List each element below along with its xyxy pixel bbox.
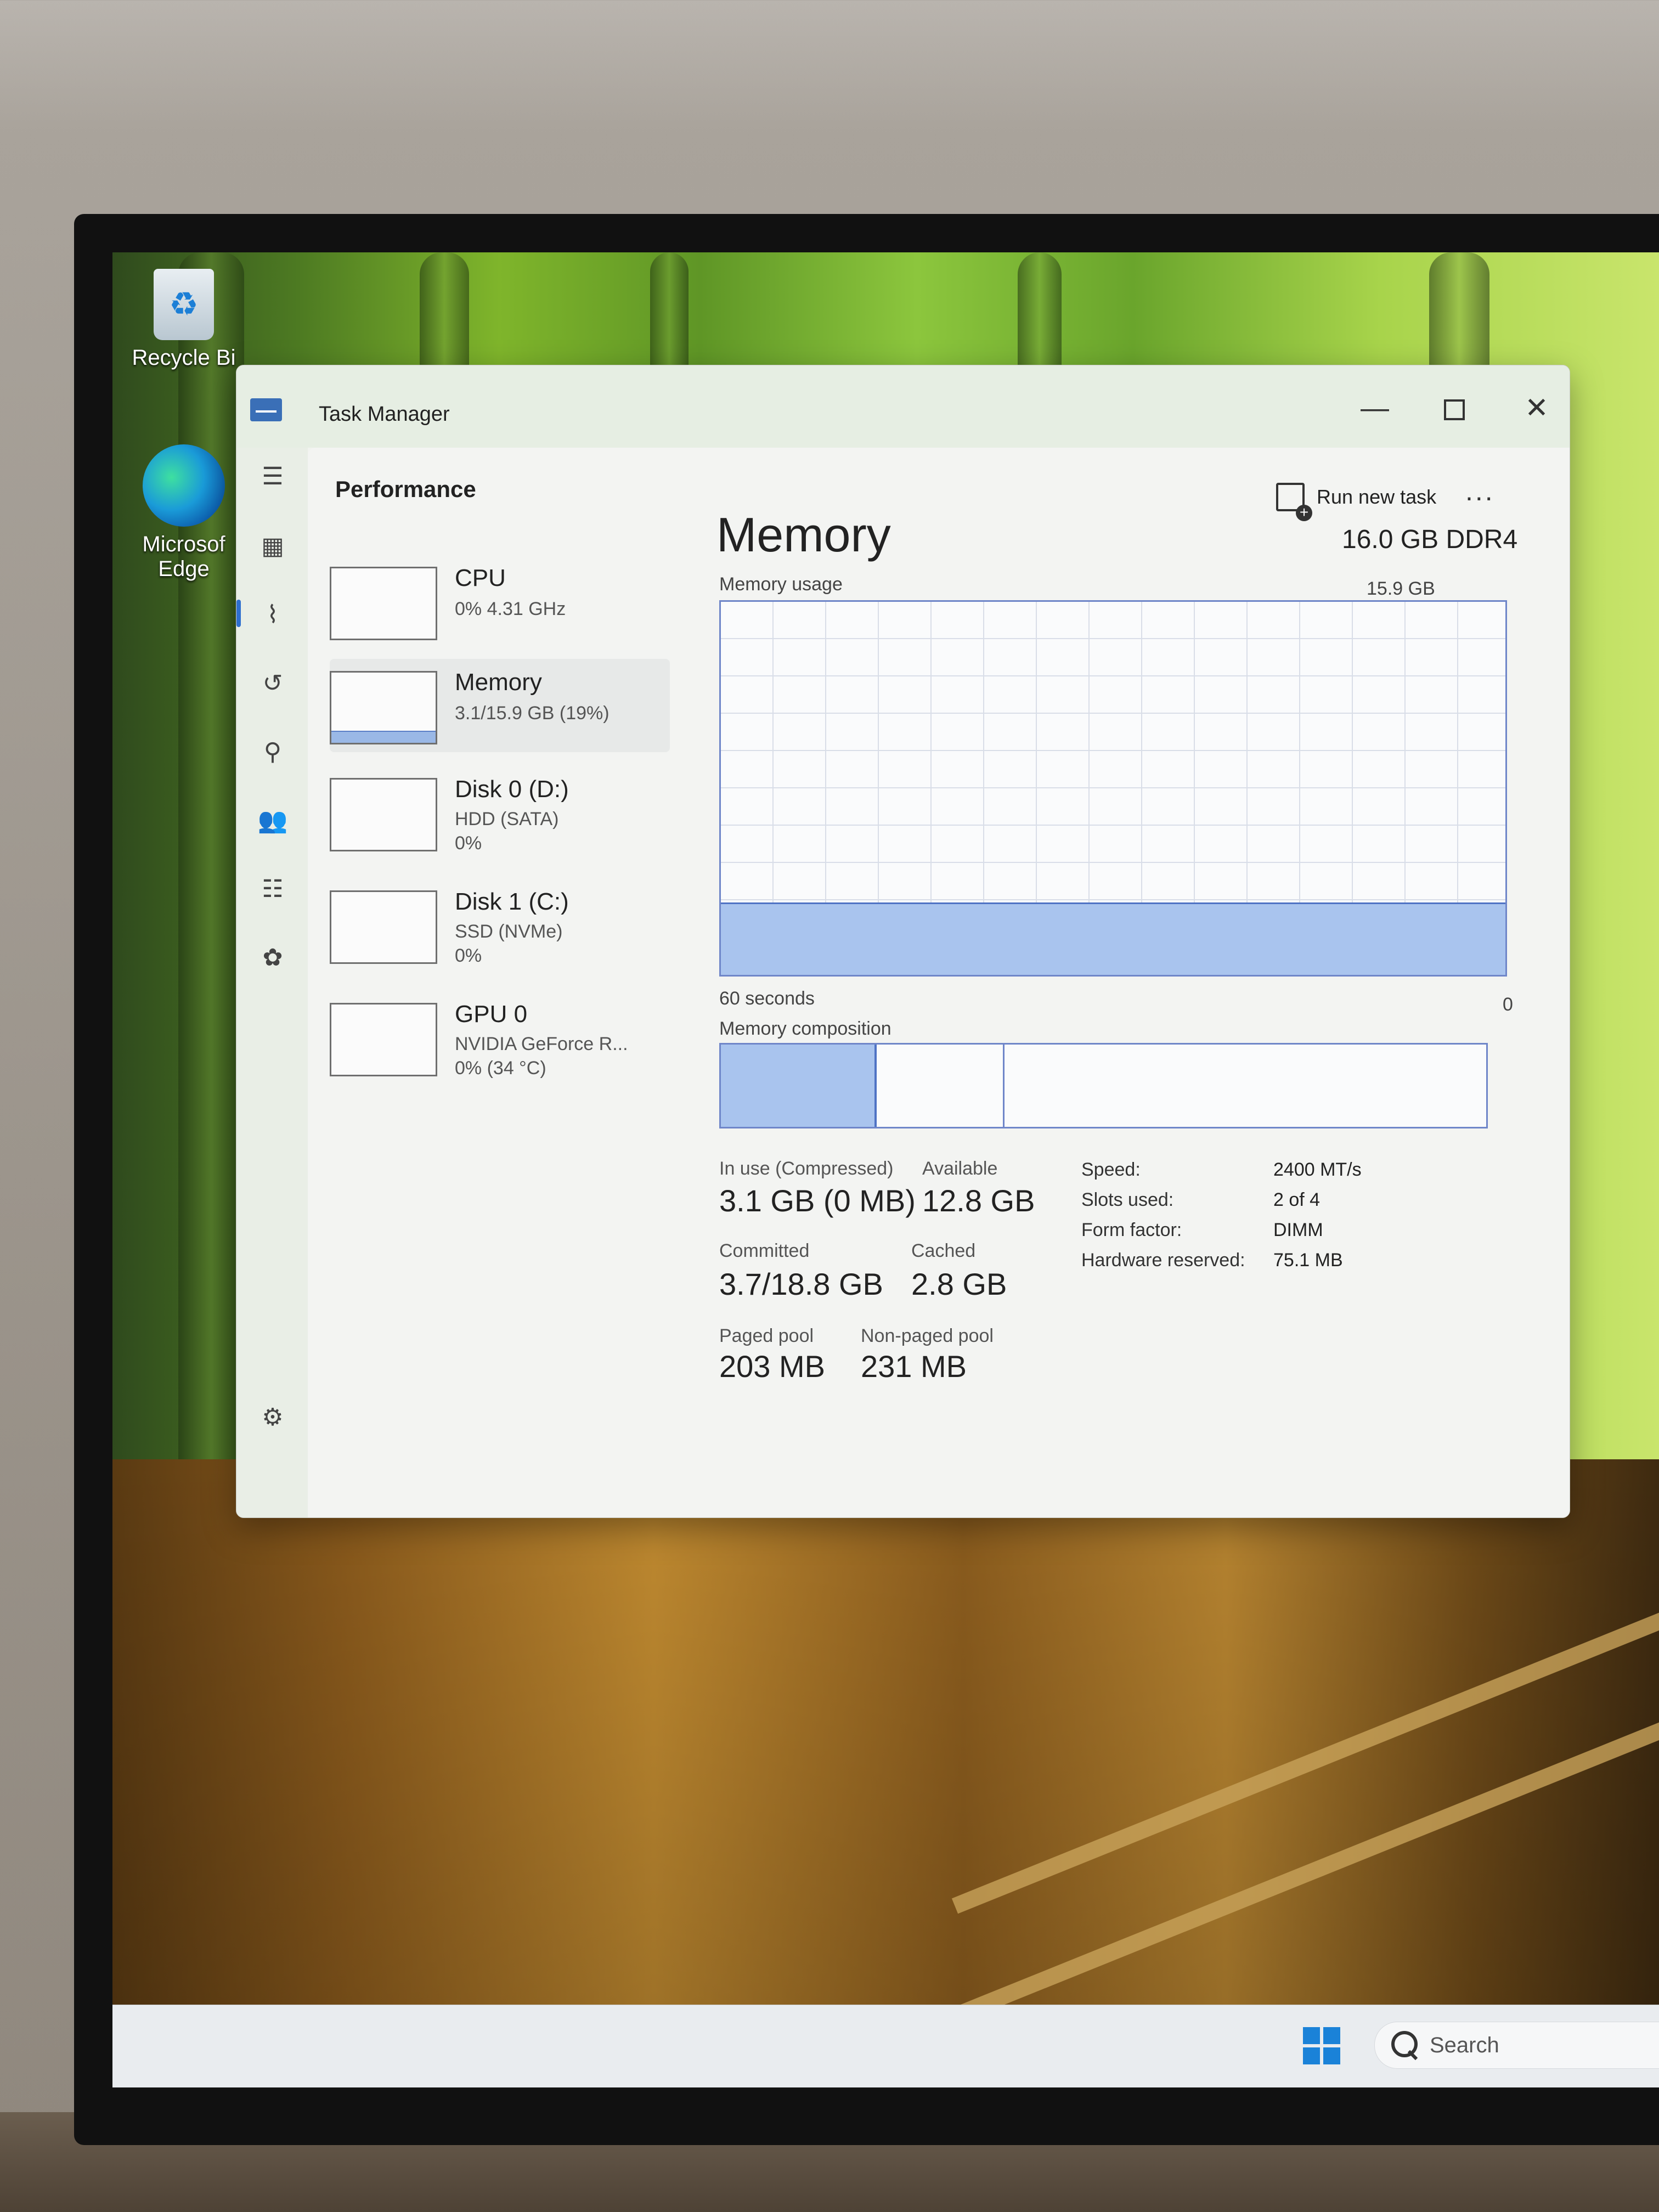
wallpaper-grass — [112, 1459, 1659, 2087]
edge-icon — [143, 444, 225, 527]
in-use-value: 3.1 GB (0 MB) — [719, 1183, 916, 1218]
spec-value: 2400 MT/s — [1273, 1159, 1362, 1180]
maximize-button[interactable] — [1430, 386, 1479, 430]
memory-capacity-type: 16.0 GB DDR4 — [1342, 525, 1518, 554]
nav-active-indicator — [236, 600, 241, 627]
app-history-icon[interactable]: ↺ — [257, 668, 288, 699]
performance-panel: Performance Run new task ... CPU 0% 4.31… — [308, 448, 1570, 1517]
memory-composition-label: Memory composition — [719, 1018, 891, 1039]
in-use-label: In use (Compressed) — [719, 1158, 894, 1179]
search-placeholder: Search — [1430, 2033, 1499, 2057]
page-title: Performance — [335, 476, 476, 502]
spec-key: Speed: — [1081, 1159, 1141, 1180]
startup-apps-icon[interactable]: ⚲ — [257, 737, 288, 768]
desktop-icon-recycle-bin[interactable]: Recycle Bi — [123, 269, 244, 370]
device-name: Disk 0 (D:) — [455, 776, 569, 803]
disk1-thumbnail-graph — [330, 890, 437, 964]
maximize-icon — [1444, 399, 1465, 421]
details-icon[interactable]: ☷ — [257, 874, 288, 905]
users-icon[interactable]: 👥 — [257, 805, 288, 836]
nonpaged-pool-label: Non-paged pool — [861, 1325, 994, 1346]
spec-key: Slots used: — [1081, 1189, 1174, 1210]
close-button[interactable]: ✕ — [1512, 386, 1561, 430]
device-item-cpu[interactable]: CPU 0% 4.31 GHz — [330, 555, 670, 648]
task-manager-window: Task Manager — ✕ ☰ ▦ ⌇ ↺ ⚲ 👥 ☷ ✿ ⚙ Perfo… — [236, 365, 1570, 1518]
settings-icon[interactable]: ⚙ — [257, 1402, 288, 1433]
services-icon[interactable]: ✿ — [257, 943, 288, 973]
memory-usage-label: Memory usage — [719, 574, 843, 595]
run-task-icon — [1276, 483, 1312, 521]
run-new-task-label: Run new task — [1317, 486, 1437, 508]
window-title: Task Manager — [319, 403, 450, 426]
device-detail: HDD (SATA) — [455, 809, 559, 830]
device-item-disk1[interactable]: Disk 1 (C:) SSD (NVMe) 0% — [330, 878, 670, 972]
search-icon — [1391, 2031, 1418, 2057]
nonpaged-pool-value: 231 MB — [861, 1349, 967, 1384]
gpu0-thumbnail-graph — [330, 1003, 437, 1076]
desktop-icon-label: Recycle Bi — [132, 346, 236, 370]
memory-heading: Memory — [716, 507, 891, 562]
device-name: Memory — [455, 669, 542, 696]
device-item-disk0[interactable]: Disk 0 (D:) HDD (SATA) 0% — [330, 766, 670, 859]
device-detail: NVIDIA GeForce R... — [455, 1034, 628, 1054]
device-item-gpu0[interactable]: GPU 0 NVIDIA GeForce R... 0% (34 °C) — [330, 991, 670, 1084]
task-manager-app-icon — [250, 398, 282, 421]
committed-label: Committed — [719, 1240, 810, 1261]
memory-usage-graph — [719, 600, 1507, 977]
device-usage: 0% — [455, 833, 482, 854]
device-detail: 3.1/15.9 GB (19%) — [455, 703, 610, 724]
device-item-memory[interactable]: Memory 3.1/15.9 GB (19%) — [330, 659, 670, 752]
windows-logo-icon[interactable] — [1303, 2027, 1340, 2064]
graph-time-span: 60 seconds — [719, 988, 815, 1009]
cached-label: Cached — [911, 1240, 976, 1261]
device-usage: 0% (34 °C) — [455, 1058, 546, 1079]
memory-usage-max: 15.9 GB — [1367, 578, 1435, 599]
hamburger-icon[interactable]: ☰ — [257, 461, 288, 492]
available-label: Available — [922, 1158, 998, 1179]
device-detail: SSD (NVMe) — [455, 921, 563, 942]
performance-icon[interactable]: ⌇ — [257, 600, 288, 630]
cached-value: 2.8 GB — [911, 1267, 1007, 1301]
run-new-task-button[interactable]: Run new task — [1276, 481, 1437, 521]
taskbar-search[interactable]: Search — [1374, 2022, 1659, 2069]
device-name: CPU — [455, 565, 506, 591]
memory-composition-bar — [719, 1043, 1488, 1128]
spec-value: 75.1 MB — [1273, 1250, 1343, 1271]
device-name: GPU 0 — [455, 1001, 528, 1028]
graph-time-end: 0 — [1503, 994, 1513, 1015]
cpu-thumbnail-graph — [330, 567, 437, 640]
committed-value: 3.7/18.8 GB — [719, 1267, 883, 1301]
memory-usage-area — [721, 902, 1505, 975]
paged-pool-value: 203 MB — [719, 1349, 825, 1384]
minimize-button[interactable]: — — [1350, 386, 1400, 430]
memory-thumbnail-fill — [331, 731, 436, 743]
desktop-icon-edge[interactable]: Microsof Edge — [123, 444, 244, 582]
disk0-thumbnail-graph — [330, 778, 437, 851]
processes-icon[interactable]: ▦ — [257, 531, 288, 562]
more-options-button[interactable]: ... — [1465, 475, 1495, 507]
recycle-bin-icon — [154, 269, 214, 340]
spec-value: 2 of 4 — [1273, 1189, 1321, 1210]
composition-modified-segment — [877, 1045, 1005, 1127]
paged-pool-label: Paged pool — [719, 1325, 814, 1346]
title-bar[interactable]: Task Manager — ✕ — [236, 365, 1570, 448]
device-detail: 0% 4.31 GHz — [455, 599, 566, 619]
device-name: Disk 1 (C:) — [455, 888, 569, 915]
nav-rail: ☰ ▦ ⌇ ↺ ⚲ 👥 ☷ ✿ ⚙ — [236, 448, 308, 1517]
memory-thumbnail-graph — [330, 671, 437, 744]
available-value: 12.8 GB — [922, 1183, 1035, 1218]
device-usage: 0% — [455, 945, 482, 966]
spec-key: Hardware reserved: — [1081, 1250, 1245, 1271]
taskbar: Search — [112, 2005, 1659, 2087]
spec-value: DIMM — [1273, 1220, 1323, 1240]
desktop-icon-label: Microsof Edge — [142, 532, 225, 581]
spec-key: Form factor: — [1081, 1220, 1182, 1240]
composition-in-use-segment — [721, 1045, 877, 1127]
